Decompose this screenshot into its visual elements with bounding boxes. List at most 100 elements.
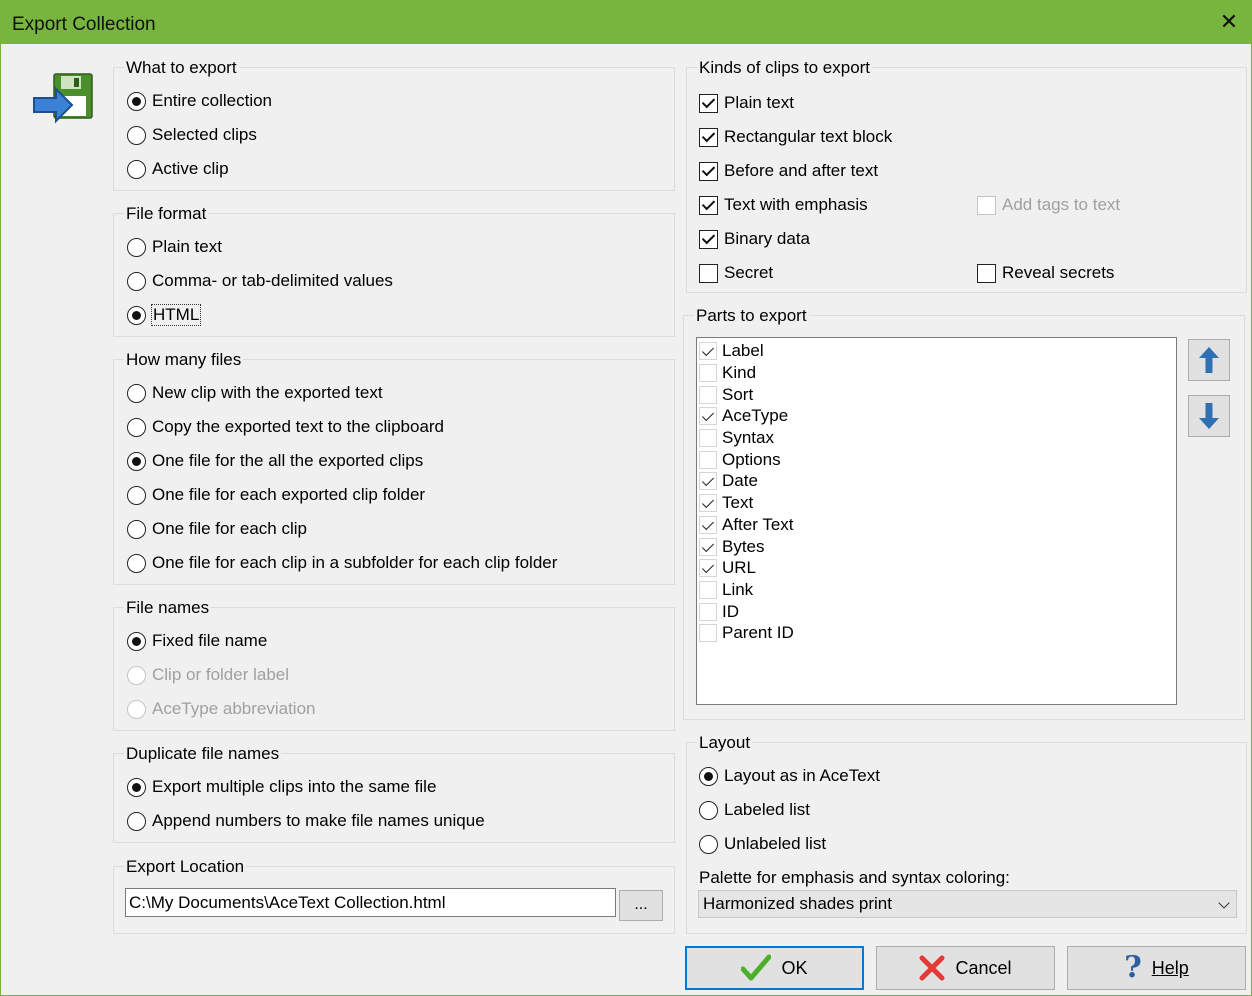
checkbox[interactable] bbox=[699, 342, 717, 360]
radio-dot[interactable] bbox=[127, 271, 146, 291]
list-item-label: Label bbox=[722, 341, 764, 360]
checkbox[interactable] bbox=[699, 451, 717, 469]
checkbox[interactable] bbox=[699, 386, 717, 404]
radio-dot[interactable] bbox=[127, 631, 146, 651]
radio-dot[interactable] bbox=[127, 553, 146, 573]
browse-button[interactable]: ... bbox=[619, 890, 663, 921]
radio-dot[interactable] bbox=[127, 237, 146, 257]
move-down-button[interactable] bbox=[1188, 395, 1230, 437]
radio-html[interactable]: HTML bbox=[127, 303, 202, 327]
radio-selected-clips[interactable]: Selected clips bbox=[127, 123, 257, 147]
export-path-input[interactable]: C:\My Documents\AceText Collection.html bbox=[125, 888, 616, 917]
checkbox[interactable] bbox=[699, 263, 718, 283]
radio-dot[interactable] bbox=[127, 485, 146, 505]
palette-select[interactable]: Harmonized shades print bbox=[698, 890, 1237, 918]
radio-active-clip[interactable]: Active clip bbox=[127, 157, 229, 181]
check-secret[interactable]: Secret bbox=[699, 261, 773, 285]
arrow-up-icon bbox=[1199, 347, 1219, 373]
checkbox[interactable] bbox=[699, 429, 717, 447]
radio-one-file-all[interactable]: One file for the all the exported clips bbox=[127, 449, 423, 473]
checkbox[interactable] bbox=[977, 263, 996, 283]
help-label: Help bbox=[1151, 957, 1189, 978]
close-icon[interactable]: ✕ bbox=[1206, 0, 1252, 44]
move-up-button[interactable] bbox=[1188, 339, 1230, 381]
help-button[interactable]: ? Help bbox=[1067, 946, 1246, 990]
checkbox[interactable] bbox=[699, 516, 717, 534]
radio-same-file[interactable]: Export multiple clips into the same file bbox=[127, 775, 436, 799]
list-item-label: Parent ID bbox=[722, 623, 794, 642]
list-item[interactable]: Date bbox=[699, 470, 758, 492]
list-item[interactable]: Syntax bbox=[699, 427, 774, 449]
checkbox[interactable] bbox=[699, 364, 717, 382]
checkbox[interactable] bbox=[699, 161, 718, 181]
parts-listbox[interactable]: Label Kind Sort AceType Syntax Options D… bbox=[696, 337, 1177, 705]
checkbox[interactable] bbox=[699, 538, 717, 556]
radio-dot[interactable] bbox=[127, 91, 146, 111]
radio-dot[interactable] bbox=[127, 811, 146, 831]
checkbox[interactable] bbox=[699, 603, 717, 621]
list-item[interactable]: Text bbox=[699, 492, 753, 514]
file-names-legend: File names bbox=[124, 597, 212, 619]
list-item[interactable]: Kind bbox=[699, 362, 756, 384]
radio-copy-clipboard[interactable]: Copy the exported text to the clipboard bbox=[127, 415, 444, 439]
checkbox[interactable] bbox=[699, 472, 717, 490]
list-item[interactable]: After Text bbox=[699, 514, 794, 536]
check-reveal-secrets[interactable]: Reveal secrets bbox=[977, 261, 1114, 285]
checkbox[interactable] bbox=[699, 407, 717, 425]
radio-fixed-name[interactable]: Fixed file name bbox=[127, 629, 267, 653]
list-item-label: Date bbox=[722, 471, 758, 490]
radio-dot[interactable] bbox=[127, 451, 146, 471]
radio-dot[interactable] bbox=[127, 159, 146, 179]
list-item[interactable]: Bytes bbox=[699, 536, 765, 558]
radio-entire-collection[interactable]: Entire collection bbox=[127, 89, 272, 113]
radio-dot[interactable] bbox=[699, 800, 718, 820]
checkbox[interactable] bbox=[699, 581, 717, 599]
radio-one-file-clip[interactable]: One file for each clip bbox=[127, 517, 307, 541]
list-item[interactable]: Sort bbox=[699, 384, 753, 406]
checkbox[interactable] bbox=[699, 559, 717, 577]
radio-dot[interactable] bbox=[699, 766, 718, 786]
check-emphasis[interactable]: Text with emphasis bbox=[699, 193, 868, 217]
radio-plain-text[interactable]: Plain text bbox=[127, 235, 222, 259]
radio-append-numbers[interactable]: Append numbers to make file names unique bbox=[127, 809, 485, 833]
radio-dot[interactable] bbox=[127, 125, 146, 145]
checkbox[interactable] bbox=[699, 229, 718, 249]
radio-dot[interactable] bbox=[127, 417, 146, 437]
list-item[interactable]: Options bbox=[699, 449, 781, 471]
check-add-tags: Add tags to text bbox=[977, 193, 1120, 217]
radio-one-file-subfolder[interactable]: One file for each clip in a subfolder fo… bbox=[127, 551, 557, 575]
checkbox[interactable] bbox=[699, 494, 717, 512]
check-rectangular[interactable]: Rectangular text block bbox=[699, 125, 892, 149]
list-item-label: Bytes bbox=[722, 537, 765, 556]
list-item[interactable]: Link bbox=[699, 579, 753, 601]
radio-dot[interactable] bbox=[127, 383, 146, 403]
checkbox[interactable] bbox=[699, 93, 718, 113]
list-item[interactable]: URL bbox=[699, 557, 756, 579]
ok-button[interactable]: OK bbox=[685, 946, 864, 990]
list-item[interactable]: AceType bbox=[699, 405, 788, 427]
list-item-label: AceType bbox=[722, 406, 789, 425]
radio-unlabeled-list[interactable]: Unlabeled list bbox=[699, 832, 826, 856]
cancel-button[interactable]: Cancel bbox=[876, 946, 1055, 990]
list-item[interactable]: ID bbox=[699, 601, 739, 623]
radio-dot[interactable] bbox=[127, 519, 146, 539]
layout-legend: Layout bbox=[697, 732, 753, 754]
radio-new-clip[interactable]: New clip with the exported text bbox=[127, 381, 383, 405]
list-item[interactable]: Parent ID bbox=[699, 622, 794, 644]
radio-dot[interactable] bbox=[127, 305, 146, 325]
check-before-after[interactable]: Before and after text bbox=[699, 159, 878, 183]
check-plain-text[interactable]: Plain text bbox=[699, 91, 794, 115]
checkbox[interactable] bbox=[699, 127, 718, 147]
check-binary[interactable]: Binary data bbox=[699, 227, 810, 251]
radio-labeled-list[interactable]: Labeled list bbox=[699, 798, 810, 822]
checkbox[interactable] bbox=[699, 195, 718, 215]
radio-one-file-folder[interactable]: One file for each exported clip folder bbox=[127, 483, 425, 507]
list-item[interactable]: Label bbox=[699, 340, 764, 362]
cancel-x-icon bbox=[919, 955, 945, 981]
radio-layout-acetext[interactable]: Layout as in AceText bbox=[699, 764, 880, 788]
radio-dot[interactable] bbox=[127, 777, 146, 797]
radio-label: Labeled list bbox=[724, 800, 811, 819]
radio-dot[interactable] bbox=[699, 834, 718, 854]
radio-delimited[interactable]: Comma- or tab-delimited values bbox=[127, 269, 393, 293]
checkbox[interactable] bbox=[699, 624, 717, 642]
